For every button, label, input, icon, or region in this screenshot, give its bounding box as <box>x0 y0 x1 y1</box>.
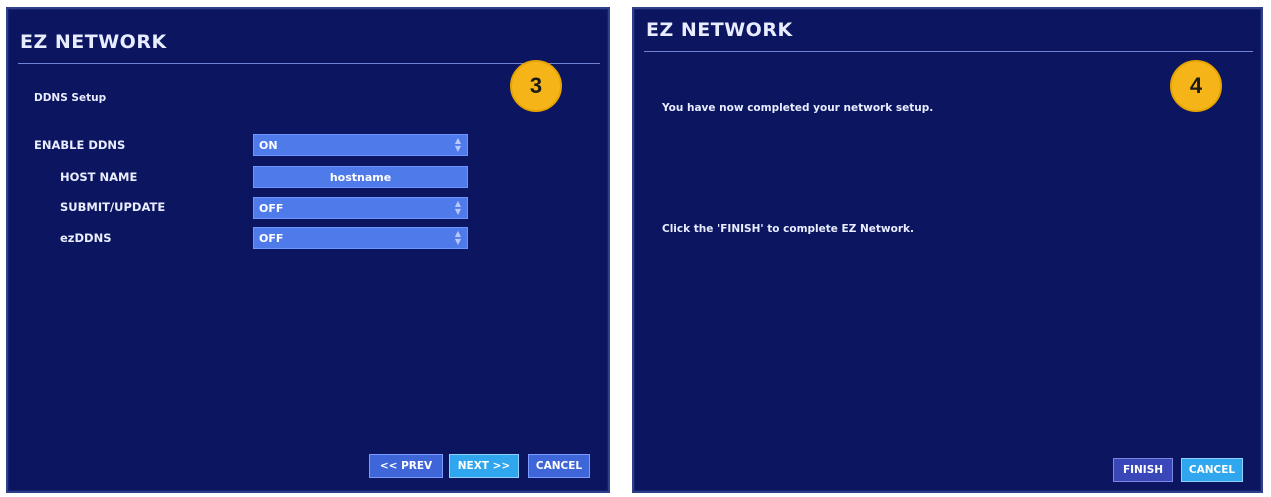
prev-button[interactable]: << PREV <box>369 454 443 478</box>
enable-ddns-label: ENABLE DDNS <box>34 138 126 152</box>
submit-update-value: OFF <box>259 202 284 215</box>
finish-instruction: Click the 'FINISH' to complete EZ Networ… <box>662 223 914 235</box>
ez-network-step4-window: EZ NETWORK 4 You have now completed your… <box>632 7 1263 493</box>
enable-ddns-select[interactable]: ON ▲ ▼ <box>253 134 468 156</box>
submit-update-label: SUBMIT/UPDATE <box>60 200 166 214</box>
submit-update-select[interactable]: OFF ▲ ▼ <box>253 197 468 219</box>
completion-message: You have now completed your network setu… <box>662 102 934 114</box>
next-button[interactable]: NEXT >> <box>449 454 519 478</box>
host-name-input[interactable]: hostname <box>253 166 468 188</box>
updown-arrows-icon: ▲ ▼ <box>454 199 462 216</box>
updown-arrows-icon: ▲ ▼ <box>454 136 462 153</box>
step-badge: 4 <box>1170 60 1222 112</box>
finish-button[interactable]: FINISH <box>1113 458 1173 482</box>
step-badge: 3 <box>510 60 562 112</box>
cancel-button[interactable]: CANCEL <box>528 454 590 478</box>
window-title: EZ NETWORK <box>646 19 793 41</box>
ezddns-label: ezDDNS <box>60 231 112 245</box>
cancel-button[interactable]: CANCEL <box>1181 458 1243 482</box>
updown-arrows-icon: ▲ ▼ <box>454 229 462 246</box>
title-divider <box>18 63 600 64</box>
section-title: DDNS Setup <box>34 92 107 104</box>
host-name-value: hostname <box>329 171 392 184</box>
ezddns-select[interactable]: OFF ▲ ▼ <box>253 227 468 249</box>
window-title: EZ NETWORK <box>20 31 167 53</box>
host-name-label: HOST NAME <box>60 170 138 184</box>
title-divider <box>644 51 1253 52</box>
enable-ddns-value: ON <box>259 139 278 152</box>
ezddns-value: OFF <box>259 232 284 245</box>
ez-network-step3-window: EZ NETWORK 3 DDNS Setup ENABLE DDNS ON ▲… <box>6 7 610 493</box>
